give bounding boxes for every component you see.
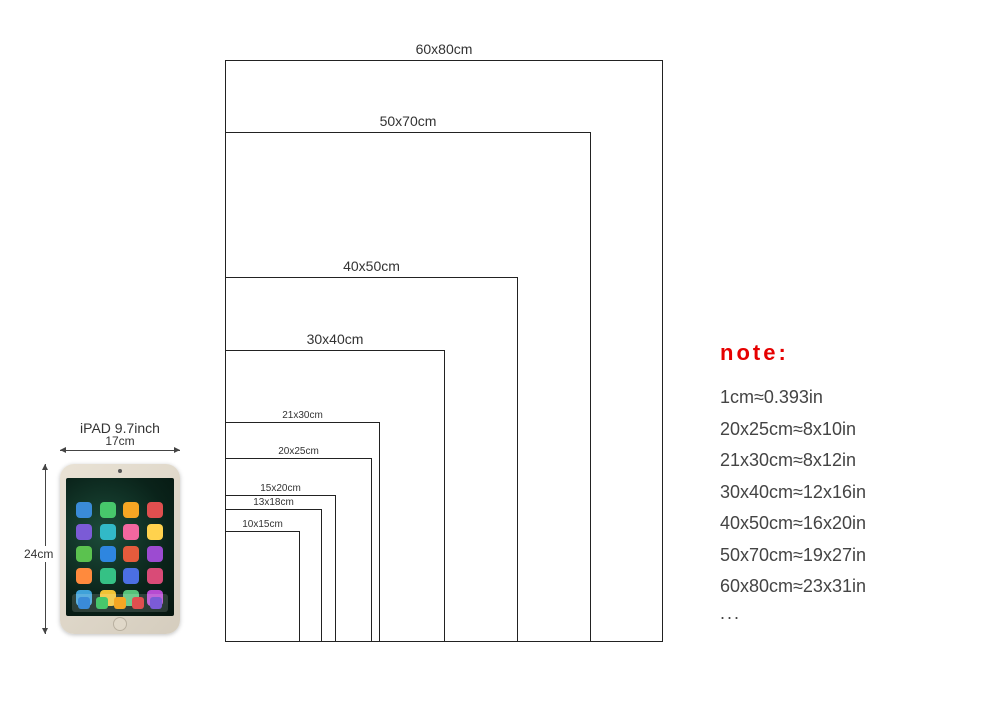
dock-app-icon [114, 597, 126, 609]
size-label-20x25: 20x25cm [226, 446, 371, 457]
ipad-width-text: 17cm [100, 434, 140, 448]
size-label-21x30: 21x30cm [226, 410, 379, 421]
size-label-13x18: 13x18cm [226, 497, 321, 508]
ipad-screen [66, 478, 174, 616]
home-button-icon [113, 617, 127, 631]
note-lines: 1cm≈0.393in20x25cm≈8x10in21x30cm≈8x12in3… [720, 382, 980, 603]
app-icon [123, 524, 139, 540]
app-icon [76, 568, 92, 584]
app-icon [100, 546, 116, 562]
note-line: 1cm≈0.393in [720, 382, 980, 414]
app-icon [100, 524, 116, 540]
note-line: 20x25cm≈8x10in [720, 414, 980, 446]
camera-dot-icon [118, 469, 122, 473]
app-icon [123, 502, 139, 518]
dock-app-icon [96, 597, 108, 609]
ipad-reference: iPAD 9.7inch 17cm 24cm [30, 420, 210, 634]
size-label-10x15: 10x15cm [226, 519, 299, 530]
ipad-height-text: 24cm [24, 546, 53, 562]
app-icon [147, 502, 163, 518]
ipad-device-illustration [60, 464, 180, 634]
app-icon [76, 502, 92, 518]
size-label-50x70: 50x70cm [226, 113, 590, 129]
size-label-60x80: 60x80cm [226, 41, 662, 57]
note-ellipsis: ... [720, 603, 980, 624]
app-icon [123, 546, 139, 562]
note-line: 21x30cm≈8x12in [720, 445, 980, 477]
ipad-width-dimension: 17cm [60, 440, 180, 460]
note-panel: note: 1cm≈0.393in20x25cm≈8x10in21x30cm≈8… [720, 340, 980, 624]
size-rect-10x15: 10x15cm [225, 531, 300, 642]
app-icon [100, 502, 116, 518]
app-icon [76, 524, 92, 540]
ipad-height-dimension: 24cm [30, 464, 60, 634]
dock-app-icon [78, 597, 90, 609]
size-label-40x50: 40x50cm [226, 258, 517, 274]
app-icon [147, 568, 163, 584]
size-label-30x40: 30x40cm [226, 331, 444, 347]
dock-app-icon [150, 597, 162, 609]
app-icon [147, 524, 163, 540]
app-icon [123, 568, 139, 584]
dock-app-icon [132, 597, 144, 609]
note-line: 40x50cm≈16x20in [720, 508, 980, 540]
note-line: 60x80cm≈23x31in [720, 571, 980, 603]
ipad-dock [72, 594, 168, 612]
size-label-15x20: 15x20cm [226, 483, 335, 494]
app-icon [147, 546, 163, 562]
size-comparison-rects: 60x80cm50x70cm40x50cm30x40cm21x30cm20x25… [225, 62, 665, 642]
app-icon [100, 568, 116, 584]
app-icon [76, 546, 92, 562]
note-title: note: [720, 340, 980, 366]
note-line: 50x70cm≈19x27in [720, 540, 980, 572]
note-line: 30x40cm≈12x16in [720, 477, 980, 509]
ipad-app-grid [76, 502, 164, 606]
